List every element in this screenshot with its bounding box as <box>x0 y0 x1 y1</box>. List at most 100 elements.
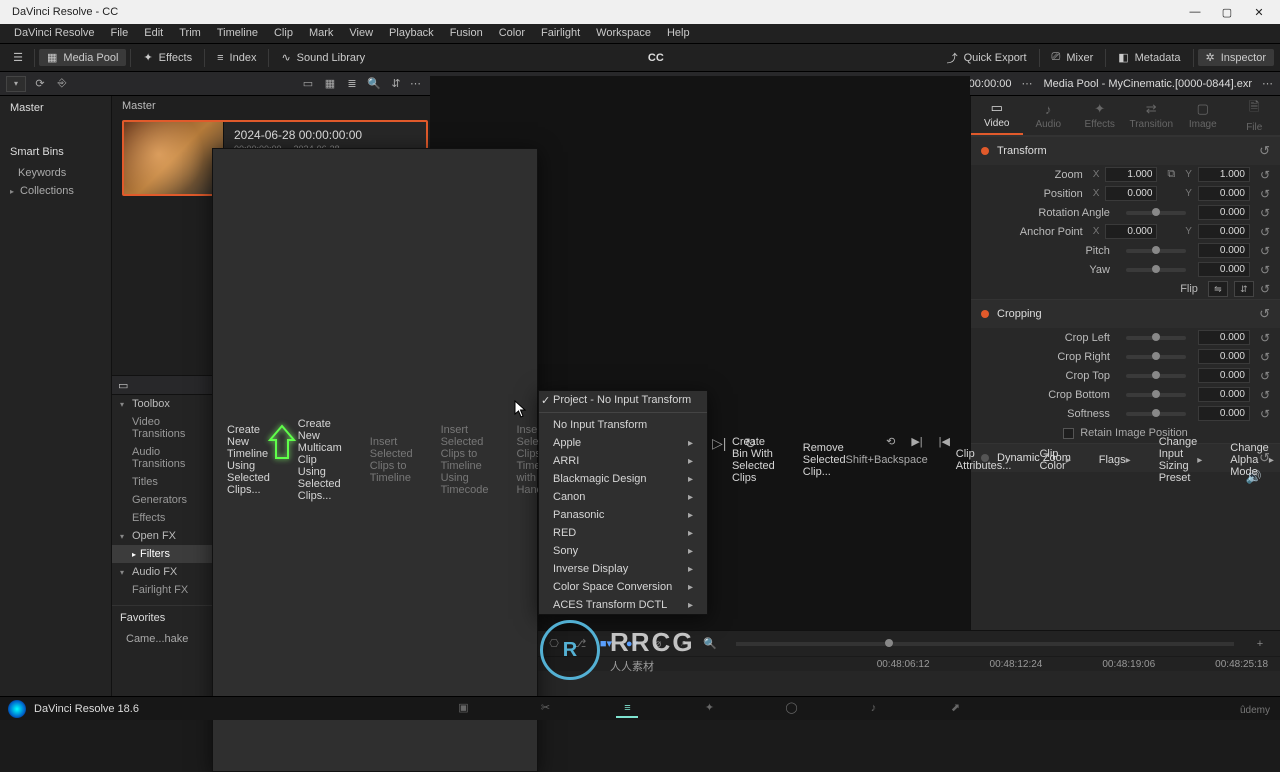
submenu-arrow-icon: ▸ <box>688 438 693 449</box>
clip-context-menu: Create New Timeline Using Selected Clips… <box>212 148 538 772</box>
thumb-view-icon[interactable]: ▭ <box>300 76 316 92</box>
mi-label: ACES Transform DCTL <box>553 599 667 611</box>
smi-arri[interactable]: ARRI▸ <box>539 452 707 470</box>
fx-video-transitions[interactable]: Video Transitions <box>112 413 223 443</box>
refresh-icon[interactable]: ⟳ <box>32 76 48 92</box>
mi-remove[interactable]: Remove Selected Clip...Shift+Backspace <box>789 149 942 771</box>
page-cut[interactable]: ✂ <box>534 700 556 718</box>
inspector-tab-audio[interactable]: ♪ Audio <box>1023 96 1075 135</box>
mi-attributes[interactable]: Clip Attributes... <box>942 149 1026 771</box>
link-icon[interactable]: ⎆ <box>54 76 70 92</box>
inspector-tab-file[interactable]: 🗎File <box>1229 96 1280 135</box>
page-deliver[interactable]: ⬈ <box>944 700 966 718</box>
fx-titles[interactable]: Titles <box>112 473 223 491</box>
image-icon: ▢ <box>1197 101 1209 117</box>
tab-label: Audio <box>1035 119 1061 130</box>
page-edit[interactable]: ≡ <box>616 700 638 718</box>
tab-label: File <box>1246 122 1262 133</box>
menu-playback[interactable]: Playback <box>381 24 442 43</box>
window-titlebar: DaVinci Resolve - CC — ▢ ✕ <box>0 0 1280 24</box>
mi-alpha-mode[interactable]: Change Alpha Mode▸ <box>1216 149 1280 771</box>
audio-icon: ♪ <box>1045 102 1052 117</box>
fx-grp-openfx[interactable]: ▾Open FX <box>112 527 223 545</box>
sort-icon[interactable]: ⇵ <box>388 76 404 92</box>
smi-aces-dctl[interactable]: ACES Transform DCTL▸ <box>539 596 707 614</box>
mi-label: Color Space Conversion <box>553 581 672 593</box>
mi-create-bin[interactable]: Create Bin With Selected Clips <box>718 149 789 771</box>
mixer-label: Mixer <box>1066 52 1093 64</box>
smi-sony[interactable]: Sony▸ <box>539 542 707 560</box>
menu-file[interactable]: File <box>103 24 137 43</box>
close-button[interactable]: ✕ <box>1252 6 1266 19</box>
menu-view[interactable]: View <box>341 24 381 43</box>
effects-toggle[interactable]: ✦ Effects <box>135 49 200 66</box>
fx-generators[interactable]: Generators <box>112 491 223 509</box>
smart-bin-keywords[interactable]: Keywords <box>0 164 111 182</box>
bin-view-dropdown[interactable]: ▾ <box>6 76 26 92</box>
index-toggle[interactable]: ≡ Index <box>209 50 264 66</box>
smi-csc[interactable]: Color Space Conversion▸ <box>539 578 707 596</box>
more-icon[interactable]: ⋯ <box>410 77 422 90</box>
smi-canon[interactable]: Canon▸ <box>539 488 707 506</box>
menu-workspace[interactable]: Workspace <box>588 24 659 43</box>
fx-filters[interactable]: ▸Filters <box>112 545 223 563</box>
mi-clip-color[interactable]: Clip Color▸ <box>1025 149 1084 771</box>
menu-fairlight[interactable]: Fairlight <box>533 24 588 43</box>
mi-flags[interactable]: Flags▸ <box>1085 149 1145 771</box>
fx-audio-transitions[interactable]: Audio Transitions <box>112 443 223 473</box>
window-title: DaVinci Resolve - CC <box>4 6 118 18</box>
annotation-arrow-icon <box>264 424 300 460</box>
menu-fusion[interactable]: Fusion <box>442 24 491 43</box>
mi-insert-tc[interactable]: Insert Selected Clips to Timeline Using … <box>427 149 503 771</box>
minimize-button[interactable]: — <box>1188 6 1202 19</box>
sound-library-toggle[interactable]: ∿ Sound Library <box>273 49 373 66</box>
smi-project-none[interactable]: ✓Project - No Input Transform <box>539 391 707 409</box>
search-icon[interactable]: 🔍 <box>366 76 382 92</box>
maximize-button[interactable]: ▢ <box>1220 6 1234 19</box>
menu-clip[interactable]: Clip <box>266 24 301 43</box>
smi-red[interactable]: RED▸ <box>539 524 707 542</box>
grid-view-icon[interactable]: ▦ <box>322 76 338 92</box>
inspector-tab-video[interactable]: ▭Video <box>971 96 1023 135</box>
menu-edit[interactable]: Edit <box>136 24 171 43</box>
fx-grp-audiofx[interactable]: ▾Audio FX <box>112 563 223 581</box>
page-media[interactable]: ▣ <box>452 700 474 718</box>
mi-sizing-preset[interactable]: Change Input Sizing Preset▸ <box>1145 149 1217 771</box>
viewer-more-icon[interactable]: ⋯ <box>1022 77 1034 90</box>
fx-view-dropdown[interactable]: ▭ <box>118 379 128 392</box>
list-view-icon[interactable]: ≣ <box>344 76 360 92</box>
inspector-more-icon[interactable]: ⋯ <box>1262 77 1274 90</box>
sidebar-toggle-icon[interactable]: ☰ <box>8 48 28 68</box>
smi-panasonic[interactable]: Panasonic▸ <box>539 506 707 524</box>
inspector-tab-transition[interactable]: ⇄Transition <box>1126 96 1178 135</box>
menu-mark[interactable]: Mark <box>301 24 341 43</box>
smi-inverse-display[interactable]: Inverse Display▸ <box>539 560 707 578</box>
quick-export-button[interactable]: ⤴ Quick Export <box>939 48 1035 68</box>
menu-trim[interactable]: Trim <box>171 24 209 43</box>
page-fairlight[interactable]: ♪ <box>862 700 884 718</box>
fx-effects[interactable]: Effects <box>112 509 223 527</box>
metadata-toggle[interactable]: ◧ Metadata <box>1110 49 1188 66</box>
fx-grp-toolbox[interactable]: ▾Toolbox <box>112 395 223 413</box>
fx-fairlight[interactable]: Fairlight FX <box>112 581 223 599</box>
menu-timeline[interactable]: Timeline <box>209 24 266 43</box>
media-pool-toggle[interactable]: ▦ Media Pool <box>39 49 126 66</box>
menu-help[interactable]: Help <box>659 24 698 43</box>
sidebar-master[interactable]: Master <box>0 96 111 120</box>
page-color[interactable]: ◯ <box>780 700 802 718</box>
mi-insert[interactable]: Insert Selected Clips to Timeline <box>356 149 427 771</box>
mixer-toggle[interactable]: ⎚ Mixer <box>1044 49 1102 66</box>
favorites-header: Favorites <box>112 605 223 630</box>
inspector-tab-image[interactable]: ▢Image <box>1177 96 1229 135</box>
inspector-toggle[interactable]: ✲ Inspector <box>1198 49 1274 66</box>
smi-bmd[interactable]: Blackmagic Design▸ <box>539 470 707 488</box>
smart-bin-collections[interactable]: ▸ Collections <box>0 182 111 200</box>
mi-label: Canon <box>553 491 585 503</box>
menu-app[interactable]: DaVinci Resolve <box>6 24 103 43</box>
favorite-item[interactable]: Came...hake <box>112 630 223 648</box>
inspector-tab-effects[interactable]: ✦Effects <box>1074 96 1126 135</box>
smi-apple[interactable]: Apple▸ <box>539 434 707 452</box>
smi-no-input[interactable]: No Input Transform <box>539 416 707 434</box>
page-fusion[interactable]: ✦ <box>698 700 720 718</box>
menu-color[interactable]: Color <box>491 24 533 43</box>
